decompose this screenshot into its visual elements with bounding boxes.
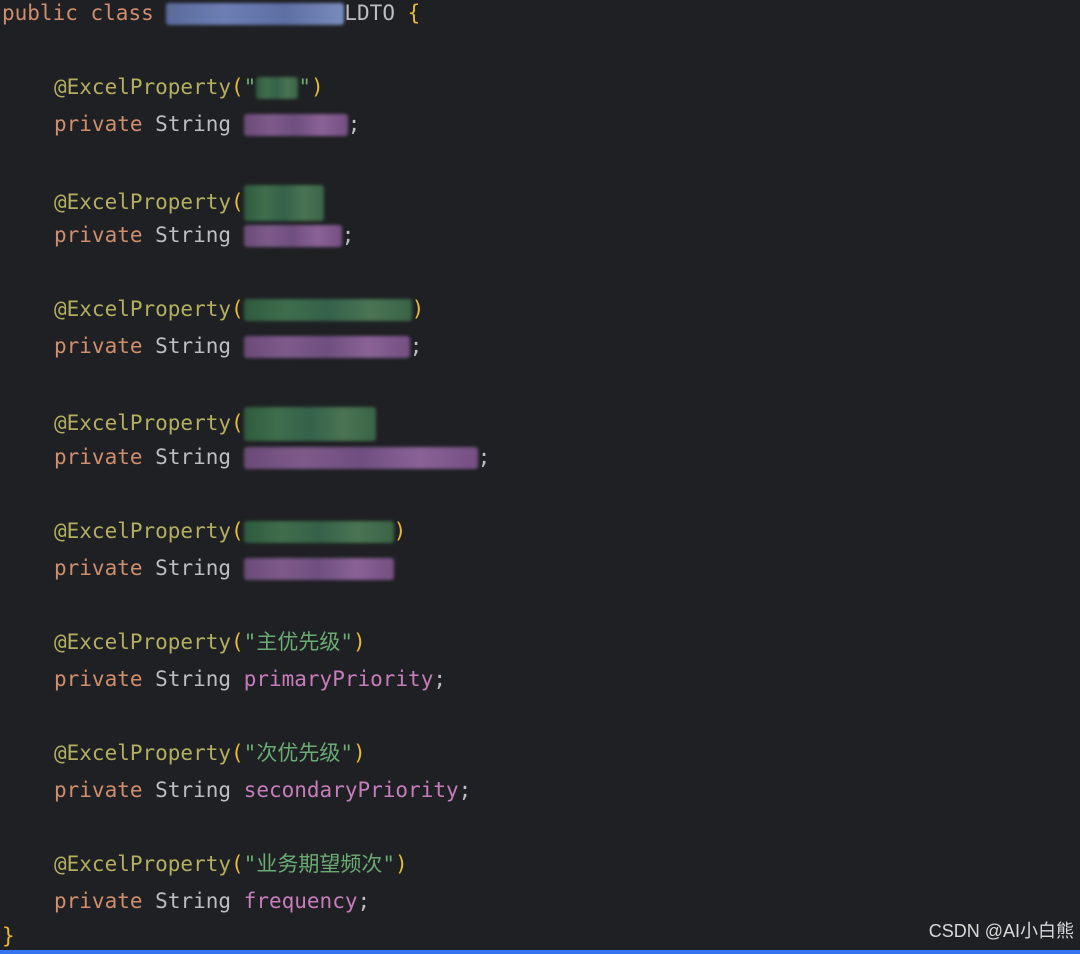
annotation-line: @ExcelProperty(	[54, 185, 324, 221]
field-declaration: private String primaryPriority;	[54, 667, 446, 691]
field-name: frequency	[243, 889, 358, 913]
string-type: String	[155, 112, 232, 136]
field-declaration: private String	[54, 555, 394, 581]
annotation-name: @ExcelProperty	[54, 75, 232, 99]
field-declaration: private String ;	[54, 334, 423, 358]
class-declaration: public class LDTO {	[2, 0, 420, 26]
redacted-label	[243, 407, 376, 441]
redacted-class-name	[166, 3, 345, 25]
annotation-line: @ExcelProperty(" ")	[54, 75, 324, 99]
annotation-line: @ExcelProperty("业务期望频次")	[54, 852, 408, 876]
field-declaration: private String ;	[54, 112, 361, 136]
redacted-field-name	[243, 558, 394, 580]
close-brace-line: }	[2, 923, 15, 949]
field-name: primaryPriority	[243, 667, 434, 691]
redacted-label	[243, 521, 394, 543]
field-declaration: private String ;	[54, 223, 355, 247]
redacted-label	[256, 77, 299, 99]
close-brace: }	[2, 924, 15, 948]
redacted-field-name	[243, 114, 348, 136]
field-declaration: private String ;	[54, 445, 491, 469]
annotation-label: "次优先级"	[243, 741, 353, 765]
redacted-field-name	[243, 225, 342, 247]
bottom-accent-bar	[0, 950, 1080, 954]
annotation-line: @ExcelProperty("次优先级")	[54, 741, 366, 765]
public-keyword: public	[2, 1, 78, 25]
redacted-field-name	[243, 447, 478, 469]
annotation-label: "主优先级"	[243, 630, 353, 654]
annotation-line: @ExcelProperty()	[54, 519, 407, 543]
watermark: CSDN @AI小白熊	[928, 921, 1074, 941]
field-name: secondaryPriority	[243, 778, 459, 802]
private-keyword: private	[54, 112, 143, 136]
redacted-label	[243, 299, 412, 321]
open-brace: {	[407, 1, 421, 25]
annotation-line: @ExcelProperty(	[54, 407, 376, 441]
annotation-label: "业务期望频次"	[243, 852, 395, 876]
class-keyword: class	[90, 1, 154, 25]
annotation-line: @ExcelProperty("主优先级")	[54, 630, 366, 654]
annotation-line: @ExcelProperty()	[54, 297, 425, 321]
redacted-field-name	[243, 336, 410, 358]
class-name-suffix: LDTO	[344, 1, 395, 25]
redacted-label	[243, 185, 324, 221]
code-editor[interactable]: public class LDTO { @ExcelProperty(" ") p…	[0, 0, 1080, 950]
field-declaration: private String frequency;	[54, 889, 371, 913]
field-declaration: private String secondaryPriority;	[54, 778, 472, 802]
